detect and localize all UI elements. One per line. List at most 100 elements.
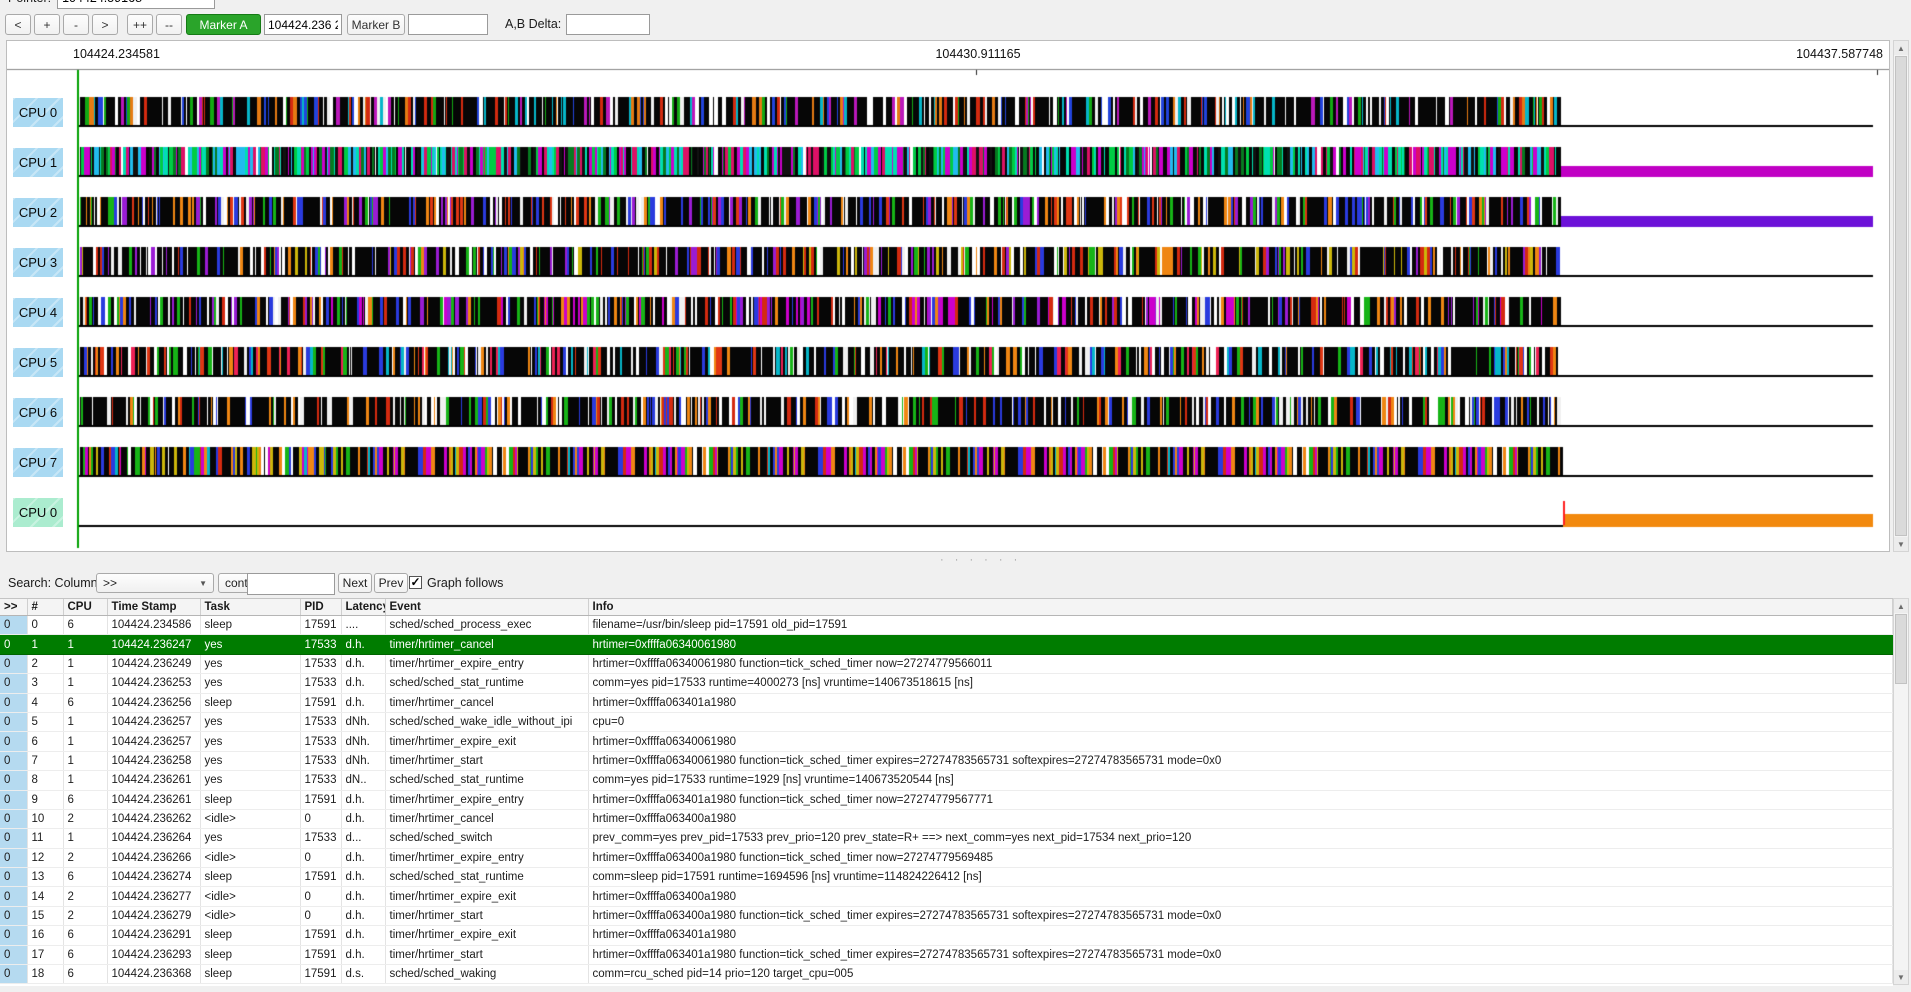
table-cell[interactable]: 0 — [0, 926, 27, 945]
table-cell[interactable]: timer/hrtimer_start — [385, 906, 588, 925]
table-cell[interactable]: 104424.236264 — [107, 829, 200, 848]
table-cell[interactable]: 6 — [27, 732, 63, 751]
column-header-2[interactable]: CPU — [63, 599, 107, 616]
table-cell[interactable]: d.h. — [341, 868, 385, 887]
table-cell[interactable]: 104424.236253 — [107, 674, 200, 693]
table-cell[interactable]: d.s. — [341, 965, 385, 984]
column-header-6[interactable]: Latency — [341, 599, 385, 616]
table-cell[interactable]: 0 — [0, 945, 27, 964]
table-cell[interactable]: 1 — [27, 635, 63, 654]
table-cell[interactable]: d... — [341, 829, 385, 848]
table-scrollbar-thumb[interactable] — [1895, 614, 1907, 684]
table-cell[interactable]: 17533 — [300, 732, 341, 751]
table-row-8[interactable]: 081104424.236261yes17533dN..sched/sched_… — [0, 771, 1893, 790]
table-cell[interactable]: 104424.236247 — [107, 635, 200, 654]
ab-delta-input[interactable] — [566, 14, 650, 35]
table-cell[interactable]: hrtimer=0xffffa063400a1980 function=tick… — [588, 848, 1893, 867]
table-cell[interactable]: d.h. — [341, 693, 385, 712]
table-cell[interactable]: 17591 — [300, 693, 341, 712]
table-cell[interactable]: 17591 — [300, 965, 341, 984]
column-header-0[interactable]: >> — [0, 599, 27, 616]
table-cell[interactable]: timer/hrtimer_expire_entry — [385, 790, 588, 809]
table-cell[interactable]: 0 — [0, 693, 27, 712]
cpu-lane-label-7[interactable]: CPU 7 — [13, 448, 63, 477]
table-cell[interactable]: 17533 — [300, 751, 341, 770]
table-cell[interactable]: sleep — [200, 945, 300, 964]
table-row-10[interactable]: 0102104424.236262<idle>0d.h.timer/hrtime… — [0, 809, 1893, 828]
cpu-lane-label-8[interactable]: CPU 0 — [13, 498, 63, 527]
table-cell[interactable]: d.h. — [341, 674, 385, 693]
table-cell[interactable]: 1 — [63, 771, 107, 790]
table-cell[interactable]: sched/sched_stat_runtime — [385, 771, 588, 790]
table-cell[interactable]: 0 — [300, 809, 341, 828]
table-cell[interactable]: 104424.236293 — [107, 945, 200, 964]
table-cell[interactable]: timer/hrtimer_expire_entry — [385, 654, 588, 673]
table-cell[interactable]: d.h. — [341, 926, 385, 945]
cpu-lane-label-6[interactable]: CPU 6 — [13, 398, 63, 427]
table-cell[interactable]: timer/hrtimer_start — [385, 945, 588, 964]
table-cell[interactable]: 6 — [63, 926, 107, 945]
table-cell[interactable]: 104424.236274 — [107, 868, 200, 887]
table-row-16[interactable]: 0166104424.236291sleep17591d.h.timer/hrt… — [0, 926, 1893, 945]
table-cell[interactable]: <idle> — [200, 906, 300, 925]
table-cell[interactable]: 1 — [63, 712, 107, 731]
table-cell[interactable]: hrtimer=0xffffa06340061980 function=tick… — [588, 654, 1893, 673]
table-cell[interactable]: 104424.236257 — [107, 712, 200, 731]
table-cell[interactable]: timer/hrtimer_start — [385, 751, 588, 770]
table-cell[interactable]: 104424.234586 — [107, 616, 200, 635]
table-cell[interactable]: 14 — [27, 887, 63, 906]
table-row-17[interactable]: 0176104424.236293sleep17591d.h.timer/hrt… — [0, 945, 1893, 964]
table-scroll-up-icon[interactable]: ▲ — [1894, 599, 1908, 613]
table-cell[interactable]: 104424.236368 — [107, 965, 200, 984]
table-cell[interactable]: 17533 — [300, 674, 341, 693]
table-cell[interactable]: 4 — [27, 693, 63, 712]
table-row-18[interactable]: 0186104424.236368sleep17591d.s.sched/sch… — [0, 965, 1893, 984]
table-cell[interactable]: 17 — [27, 945, 63, 964]
table-cell[interactable]: yes — [200, 732, 300, 751]
table-cell[interactable]: comm=yes pid=17533 runtime=1929 [ns] vru… — [588, 771, 1893, 790]
table-cell[interactable]: 11 — [27, 829, 63, 848]
table-row-6[interactable]: 061104424.236257yes17533dNh.timer/hrtime… — [0, 732, 1893, 751]
table-cell[interactable]: sleep — [200, 926, 300, 945]
table-cell[interactable]: comm=yes pid=17533 runtime=4000273 [ns] … — [588, 674, 1893, 693]
table-cell[interactable]: sleep — [200, 965, 300, 984]
table-row-9[interactable]: 096104424.236261sleep17591d.h.timer/hrti… — [0, 790, 1893, 809]
table-row-15[interactable]: 0152104424.236279<idle>0d.h.timer/hrtime… — [0, 906, 1893, 925]
table-cell[interactable]: .... — [341, 616, 385, 635]
table-cell[interactable]: <idle> — [200, 848, 300, 867]
column-header-4[interactable]: Task — [200, 599, 300, 616]
table-cell[interactable]: 1 — [63, 751, 107, 770]
cpu-lane-label-3[interactable]: CPU 3 — [13, 248, 63, 277]
table-cell[interactable]: 17533 — [300, 635, 341, 654]
table-cell[interactable]: d.h. — [341, 887, 385, 906]
column-header-8[interactable]: Info — [588, 599, 1893, 616]
table-cell[interactable]: prev_comm=yes prev_pid=17533 prev_prio=1… — [588, 829, 1893, 848]
table-cell[interactable]: 104424.236291 — [107, 926, 200, 945]
table-cell[interactable]: 0 — [300, 906, 341, 925]
table-cell[interactable]: timer/hrtimer_cancel — [385, 635, 588, 654]
table-cell[interactable]: 6 — [63, 790, 107, 809]
nav-button-++[interactable]: ++ — [127, 14, 153, 35]
table-cell[interactable]: d.h. — [341, 809, 385, 828]
table-cell[interactable]: filename=/usr/bin/sleep pid=17591 old_pi… — [588, 616, 1893, 635]
table-cell[interactable]: 18 — [27, 965, 63, 984]
table-cell[interactable]: 1 — [63, 654, 107, 673]
table-cell[interactable]: 104424.236261 — [107, 790, 200, 809]
table-cell[interactable]: hrtimer=0xffffa06340061980 — [588, 635, 1893, 654]
cpu-lane-label-5[interactable]: CPU 5 — [13, 348, 63, 377]
table-cell[interactable]: timer/hrtimer_expire_exit — [385, 732, 588, 751]
table-cell[interactable]: hrtimer=0xffffa063401a1980 — [588, 926, 1893, 945]
table-cell[interactable]: 104424.236279 — [107, 906, 200, 925]
table-cell[interactable]: sleep — [200, 790, 300, 809]
table-cell[interactable]: yes — [200, 635, 300, 654]
nav-button--[interactable]: - — [63, 14, 89, 35]
table-cell[interactable]: 0 — [0, 654, 27, 673]
table-cell[interactable]: 0 — [0, 674, 27, 693]
table-cell[interactable]: cpu=0 — [588, 712, 1893, 731]
table-cell[interactable]: yes — [200, 674, 300, 693]
table-cell[interactable]: hrtimer=0xffffa063400a1980 — [588, 809, 1893, 828]
table-cell[interactable]: 104424.236277 — [107, 887, 200, 906]
table-cell[interactable]: d.h. — [341, 790, 385, 809]
table-cell[interactable]: 5 — [27, 712, 63, 731]
table-cell[interactable]: dNh. — [341, 732, 385, 751]
